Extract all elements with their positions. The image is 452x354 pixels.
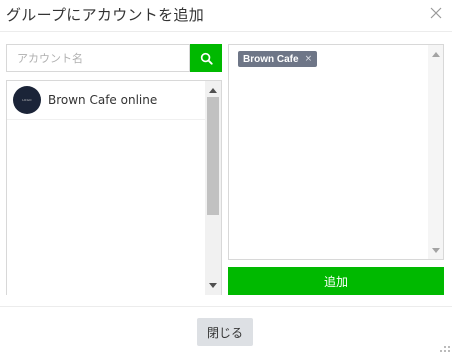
tag-label: Brown Cafe: [243, 53, 299, 65]
search-button[interactable]: [190, 44, 222, 72]
scroll-down-arrow-icon[interactable]: [428, 243, 443, 257]
search-icon: [200, 52, 213, 65]
account-search-input[interactable]: [7, 45, 189, 71]
account-list-scrollbar[interactable]: [205, 81, 221, 295]
resize-grip-icon[interactable]: [440, 346, 450, 352]
scroll-up-arrow-icon[interactable]: [205, 83, 221, 97]
avatar: LOGO: [13, 86, 41, 114]
selected-accounts-box: Brown Cafe ×: [228, 44, 444, 260]
account-name: Brown Cafe online: [48, 93, 158, 107]
scroll-up-arrow-icon[interactable]: [428, 47, 443, 61]
close-icon[interactable]: [428, 5, 444, 21]
footer-divider: [0, 306, 452, 307]
scrollbar-thumb[interactable]: [207, 97, 219, 215]
account-list-item[interactable]: LOGO Brown Cafe online: [7, 81, 205, 120]
tag-remove-icon[interactable]: ×: [305, 54, 313, 64]
header-divider: [0, 31, 452, 32]
selected-box-scrollbar[interactable]: [428, 45, 443, 259]
scroll-down-arrow-icon[interactable]: [205, 278, 221, 292]
dialog-title: グループにアカウントを追加: [6, 6, 205, 24]
add-account-dialog: グループにアカウントを追加 LOGO Brown Cafe online: [0, 0, 452, 354]
avatar-logo-text: LOGO: [22, 98, 32, 102]
account-list: LOGO Brown Cafe online: [6, 80, 222, 295]
add-button[interactable]: 追加: [228, 267, 444, 295]
selected-account-tag: Brown Cafe ×: [238, 51, 318, 67]
close-button[interactable]: 閉じる: [197, 318, 253, 346]
search-field[interactable]: [6, 44, 190, 72]
